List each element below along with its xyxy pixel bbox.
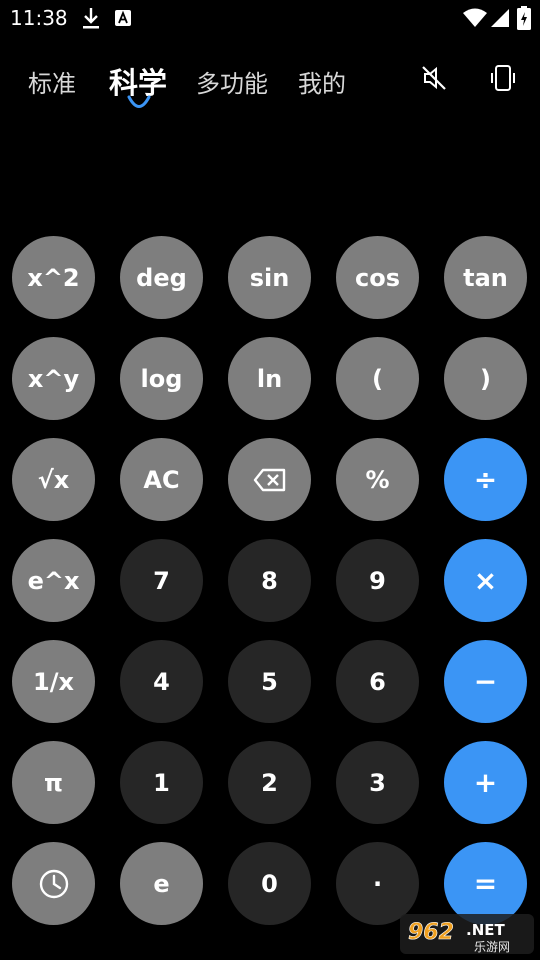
history-clock-icon: [38, 868, 70, 900]
signal-icon: [490, 8, 510, 32]
digit-1-key[interactable]: 1: [120, 741, 203, 824]
log-key[interactable]: log: [120, 337, 203, 420]
add-key[interactable]: +: [444, 741, 527, 824]
euler-key[interactable]: e: [120, 842, 203, 925]
download-icon: [80, 6, 102, 34]
digit-0-key[interactable]: 0: [228, 842, 311, 925]
digit-3-key[interactable]: 3: [336, 741, 419, 824]
a-notification-icon: [114, 9, 132, 31]
cos-key[interactable]: cos: [336, 236, 419, 319]
wifi-icon: [462, 8, 488, 32]
svg-text:乐游网: 乐游网: [474, 940, 510, 954]
sqrt-key[interactable]: √x: [12, 438, 95, 521]
subtract-key[interactable]: −: [444, 640, 527, 723]
tan-key[interactable]: tan: [444, 236, 527, 319]
sin-key[interactable]: sin: [228, 236, 311, 319]
tab-multifunction[interactable]: 多功能: [196, 64, 268, 99]
digit-2-key[interactable]: 2: [228, 741, 311, 824]
power-key[interactable]: x^y: [12, 337, 95, 420]
svg-text:.NET: .NET: [466, 921, 505, 939]
status-bar: 11:38: [0, 0, 540, 38]
ln-key[interactable]: ln: [228, 337, 311, 420]
divide-key[interactable]: ÷: [444, 438, 527, 521]
digit-7-key[interactable]: 7: [120, 539, 203, 622]
svg-text:962: 962: [408, 920, 454, 945]
tab-standard[interactable]: 标准: [28, 64, 76, 99]
status-time: 11:38: [10, 6, 68, 30]
digit-6-key[interactable]: 6: [336, 640, 419, 723]
percent-key[interactable]: %: [336, 438, 419, 521]
sound-off-icon[interactable]: [420, 64, 448, 96]
deg-key[interactable]: deg: [120, 236, 203, 319]
digit-4-key[interactable]: 4: [120, 640, 203, 723]
pi-key[interactable]: π: [12, 741, 95, 824]
mode-tabs: 标准 科学 多功能 我的: [0, 52, 540, 112]
square-key[interactable]: x^2: [12, 236, 95, 319]
watermark-logo: 962 .NET 乐游网: [400, 910, 536, 956]
reciprocal-key[interactable]: 1/x: [12, 640, 95, 723]
all-clear-key[interactable]: AC: [120, 438, 203, 521]
multiply-key[interactable]: ×: [444, 539, 527, 622]
history-key[interactable]: [12, 842, 95, 925]
exp-key[interactable]: e^x: [12, 539, 95, 622]
open-paren-key[interactable]: (: [336, 337, 419, 420]
close-paren-key[interactable]: ): [444, 337, 527, 420]
digit-8-key[interactable]: 8: [228, 539, 311, 622]
tab-mine[interactable]: 我的: [298, 64, 346, 99]
vibrate-icon[interactable]: [488, 64, 518, 96]
backspace-key[interactable]: [228, 438, 311, 521]
backspace-icon: [253, 468, 287, 492]
digit-5-key[interactable]: 5: [228, 640, 311, 723]
calculator-display: [0, 112, 540, 230]
battery-icon: [517, 6, 531, 34]
digit-9-key[interactable]: 9: [336, 539, 419, 622]
